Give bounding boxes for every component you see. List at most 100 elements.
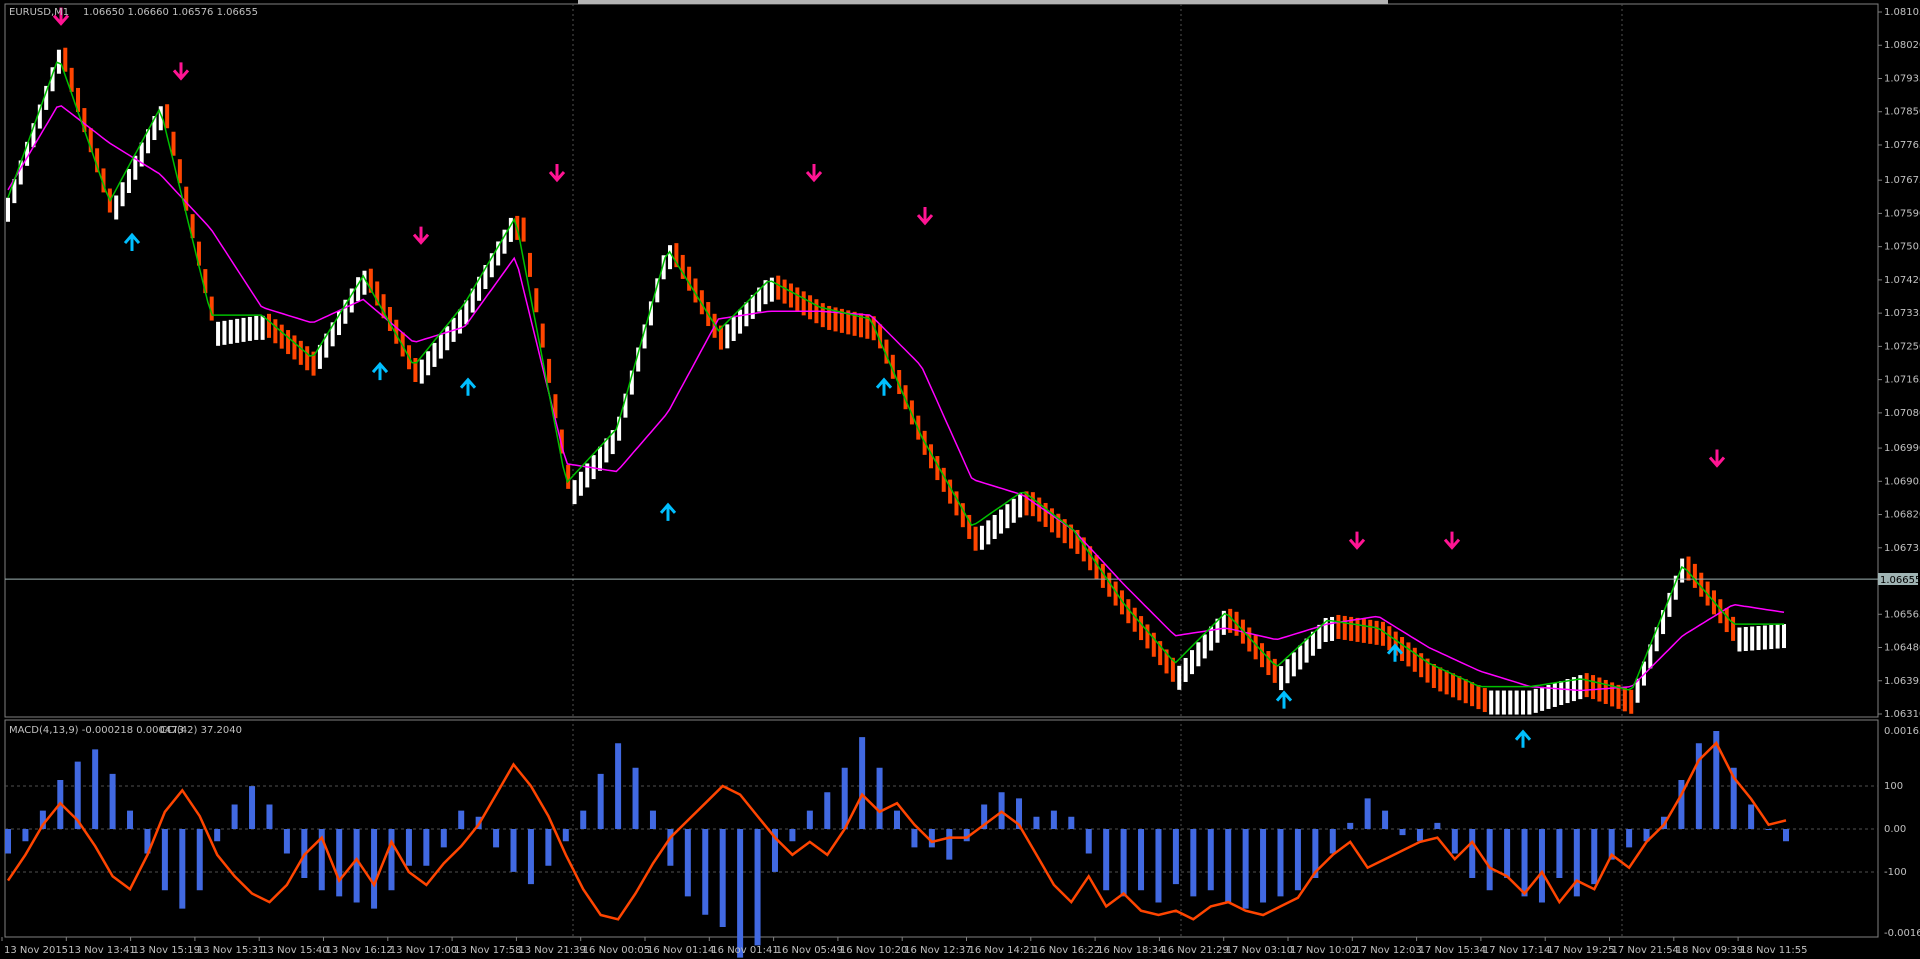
renko-bar xyxy=(1190,650,1194,675)
price-tick-label: 1.08105 xyxy=(1884,7,1920,18)
macd-bar xyxy=(1155,829,1162,903)
macd-bar xyxy=(1783,829,1789,842)
macd-bar xyxy=(1416,829,1423,842)
renko-bar xyxy=(1132,607,1137,632)
renko-bar xyxy=(1355,617,1360,642)
price-tick-label: 1.06820 xyxy=(1884,510,1920,521)
time-tick-label: 13 Nov 15:19 xyxy=(133,945,200,956)
macd-bar xyxy=(1260,829,1267,903)
time-tick-label: 13 Nov 2015 xyxy=(4,945,68,956)
renko-bar xyxy=(216,321,221,346)
macd-bar xyxy=(545,829,552,866)
renko-bar xyxy=(1342,615,1347,640)
renko-bar xyxy=(266,313,271,338)
renko-bar xyxy=(1361,618,1366,643)
renko-bar xyxy=(1368,619,1373,644)
macd-bar xyxy=(1626,829,1633,848)
renko-bar xyxy=(126,169,131,194)
buy-arrow xyxy=(659,502,677,521)
macd-bar xyxy=(859,737,866,829)
macd-header: MACD(4,13,9) -0.000218 0.000473 xyxy=(9,725,184,736)
price-tick-label: 1.06905 xyxy=(1884,476,1920,487)
macd-bar xyxy=(1451,829,1458,854)
price-tick-label: 1.07935 xyxy=(1884,73,1920,84)
renko-bar xyxy=(1476,685,1481,710)
renko-bar xyxy=(1298,645,1303,670)
macd-bar xyxy=(737,829,744,958)
renko-bar xyxy=(1438,667,1443,692)
renko-bar xyxy=(572,480,577,505)
buy-arrow xyxy=(123,232,141,252)
macd-bar xyxy=(214,829,221,842)
renko-bar xyxy=(1686,556,1691,581)
buy-arrow xyxy=(459,377,477,396)
time-tick-label: 13 Nov 16:12 xyxy=(326,945,393,956)
macd-bar xyxy=(1504,829,1511,878)
renko-bar xyxy=(1514,690,1519,715)
renko-bar xyxy=(1731,616,1736,641)
price-tick-label: 1.07250 xyxy=(1884,341,1920,352)
renko-bar xyxy=(986,520,991,545)
renko-bar xyxy=(457,309,462,334)
renko-bar xyxy=(1495,690,1500,715)
macd-bar xyxy=(493,829,500,848)
renko-bar xyxy=(1622,687,1627,712)
macd-bar xyxy=(266,804,273,829)
renko-bars xyxy=(6,47,1786,715)
macd-bar xyxy=(1382,810,1389,829)
renko-bar xyxy=(1387,626,1392,651)
time-tick-label: 16 Nov 18:34 xyxy=(1097,945,1164,956)
price-tick-label: 1.06565 xyxy=(1884,609,1920,620)
moving-average-lines xyxy=(5,61,1878,692)
trading-chart[interactable]: 1.08105 1.08020 1.07935 1.07850 1.07765 1.076… xyxy=(0,0,1920,959)
renko-bar xyxy=(171,131,176,156)
renko-bar xyxy=(1737,627,1742,652)
price-tick-label: 1.06480 xyxy=(1884,643,1920,654)
cci-header: CCI(42) 37.2040 xyxy=(160,725,242,736)
price-tick-label: 1.07675 xyxy=(1884,175,1920,186)
buy-arrow xyxy=(875,377,893,396)
sell-arrow xyxy=(1708,449,1726,468)
macd-bar xyxy=(1225,829,1232,903)
macd-bar xyxy=(371,829,378,909)
renko-bar xyxy=(1769,625,1774,650)
renko-bar xyxy=(1463,679,1468,704)
renko-bar xyxy=(1183,657,1188,682)
macd-bar xyxy=(527,829,534,885)
sub-tick-label: -100 xyxy=(1884,867,1907,878)
price-tick-label: 1.07080 xyxy=(1884,408,1920,419)
macd-bar xyxy=(1678,780,1685,829)
macd-bar xyxy=(789,829,796,842)
renko-bar xyxy=(527,252,532,277)
macd-bar xyxy=(894,810,900,829)
scroll-handle-2 xyxy=(838,0,1088,4)
renko-bar xyxy=(222,320,227,345)
renko-bar xyxy=(540,323,545,348)
macd-bar xyxy=(1138,829,1145,891)
macd-bar xyxy=(1207,829,1214,891)
sell-arrow xyxy=(548,164,566,183)
renko-bar xyxy=(254,315,259,340)
renko-bar xyxy=(1011,498,1016,523)
renko-bar xyxy=(235,318,240,343)
renko-bar xyxy=(1775,624,1780,649)
macd-bar xyxy=(649,810,656,829)
macd-bar xyxy=(1765,829,1772,830)
time-tick-label: 17 Nov 21:54 xyxy=(1612,945,1679,956)
macd-bar xyxy=(1277,829,1284,897)
renko-bar xyxy=(999,509,1004,534)
renko-bar xyxy=(1037,497,1042,522)
macd-bar xyxy=(562,829,569,842)
renko-bar xyxy=(992,514,997,539)
slow-ma-line xyxy=(7,105,1785,692)
macd-bar xyxy=(1486,829,1493,891)
renko-bar xyxy=(1591,675,1596,700)
renko-bar xyxy=(1724,608,1729,633)
time-tick-label: 16 Nov 00:05 xyxy=(583,945,650,956)
renko-bar xyxy=(56,49,61,74)
macd-bar xyxy=(1469,829,1476,878)
renko-bar xyxy=(1527,690,1532,715)
macd-bar xyxy=(510,829,517,872)
macd-bar xyxy=(1556,829,1563,878)
renko-bar xyxy=(1018,493,1023,518)
